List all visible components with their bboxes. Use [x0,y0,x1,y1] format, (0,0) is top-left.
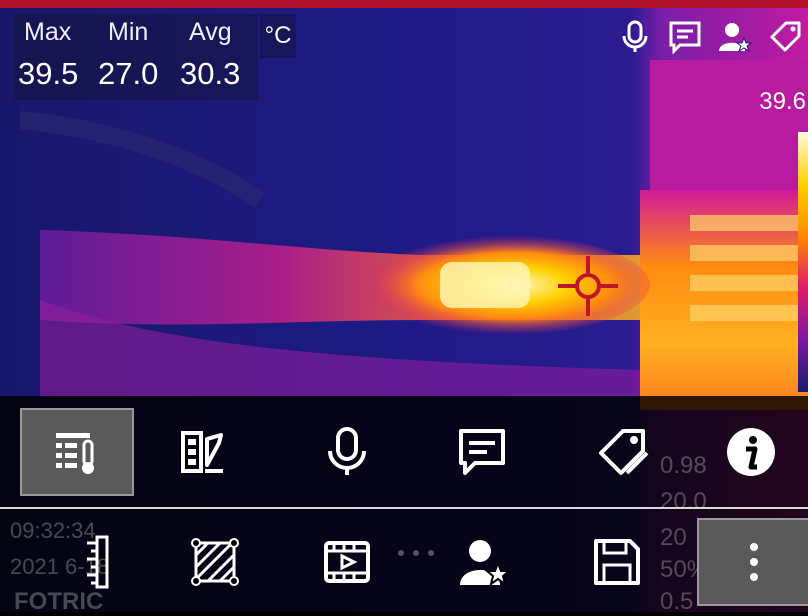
top-toolbar [618,12,808,62]
user-star-button[interactable] [428,518,542,606]
temperature-stats-panel: Max Min Avg 39.5 27.0 30.3 [14,14,258,100]
color-scale-bar [798,132,808,392]
tag-button[interactable] [565,408,679,496]
bottom-menu: 09:32:34 2021 6-18 FOTRIC 0.98 20.0 20 5… [0,396,808,615]
thermometer-list-icon [56,433,94,474]
text-note-icon [459,429,505,475]
ruler-icon [87,535,109,589]
page-dots-icon [398,550,434,556]
measure-ruler-button[interactable] [35,518,149,606]
save-icon [594,539,640,585]
microphone-icon[interactable] [618,20,652,54]
text-note-button[interactable] [425,408,539,496]
crosshair-icon [558,256,618,316]
film-play-icon [324,541,370,583]
tag-icon[interactable] [768,20,802,54]
more-vertical-icon [750,543,758,581]
user-star-icon [460,540,512,587]
more-button[interactable] [697,518,808,606]
microphone-icon [328,427,366,475]
palette-edit-icon [181,431,223,473]
tag-icon [599,429,649,475]
scale-max-value: 39.6 [759,88,806,115]
area-box-button[interactable] [158,518,272,606]
voice-note-button[interactable] [290,408,404,496]
avg-label: Avg [189,18,232,46]
avg-value: 30.3 [180,56,241,91]
save-button[interactable] [560,518,674,606]
menu-row-1 [0,396,808,504]
info-button[interactable] [694,408,808,496]
menu-row-2 [0,508,808,616]
unit-label: °C [260,14,296,58]
palette-edit-button[interactable] [145,408,259,496]
user-star-icon[interactable] [718,20,752,54]
thermometer-settings-button[interactable] [20,408,134,496]
video-button[interactable] [290,518,404,606]
max-label: Max [24,18,72,46]
text-note-icon[interactable] [668,20,702,54]
info-icon [727,428,775,476]
min-label: Min [108,18,149,46]
min-value: 27.0 [98,56,159,91]
area-box-icon [191,538,239,586]
max-value: 39.5 [18,56,79,91]
